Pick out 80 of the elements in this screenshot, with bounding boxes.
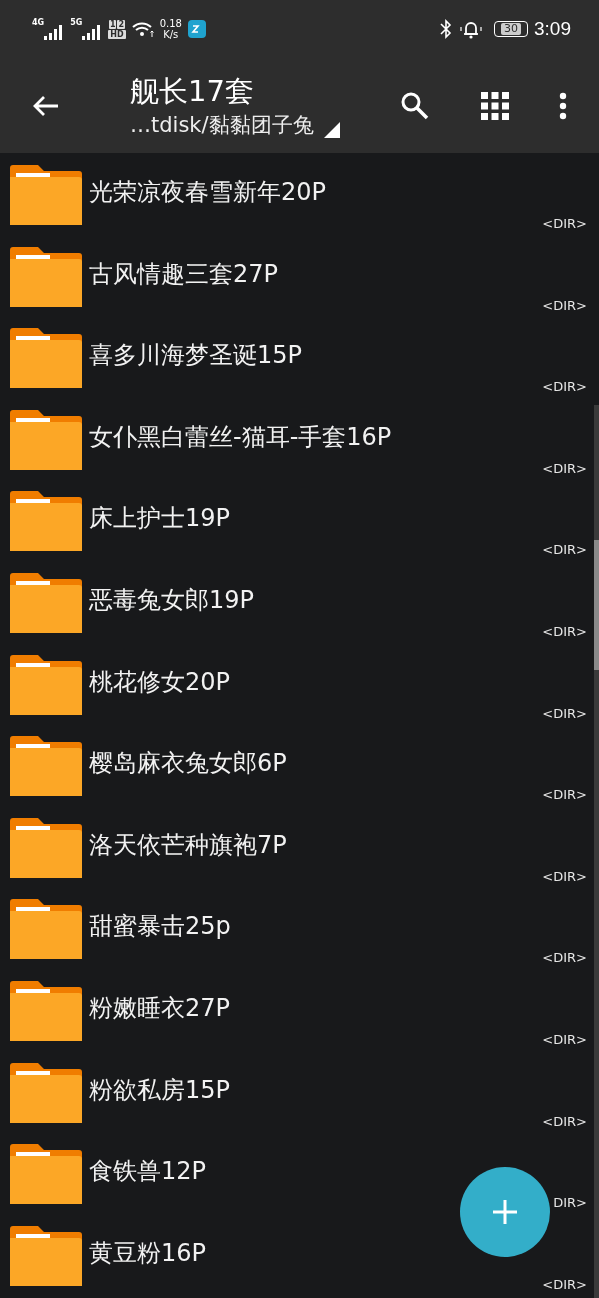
folder-icon [10, 1225, 82, 1286]
signal-icon [44, 24, 65, 40]
speed-unit: K/s [163, 29, 179, 40]
signal-icon [82, 24, 103, 40]
file-row[interactable]: 粉嫩睡衣27P <DIR> [0, 968, 594, 1051]
folder-name: 食铁兽12P [89, 1156, 206, 1187]
file-row[interactable]: 粉欲私房15P <DIR> [0, 1050, 594, 1133]
file-type: <DIR> [542, 787, 587, 803]
speed-value: 0.18 [159, 18, 182, 29]
file-type: <DIR> [542, 950, 587, 966]
folder-name: 桃花修女20P [89, 666, 230, 697]
folder-name: 女仆黑白蕾丝-猫耳-手套16P [89, 421, 392, 452]
folder-name: 粉欲私房15P [89, 1074, 230, 1105]
file-type: <DIR> [542, 460, 587, 476]
file-row[interactable]: 光荣凉夜春雪新年20P <DIR> [0, 153, 594, 235]
folder-icon [10, 491, 82, 552]
file-row[interactable]: 食铁兽12P DIR> [0, 1132, 594, 1214]
file-type: <DIR> [542, 1031, 587, 1047]
folder-icon [10, 980, 82, 1041]
bluetooth-icon [440, 19, 452, 39]
file-row[interactable]: 桃花修女20P <DIR> [0, 642, 594, 725]
folder-name: 恶毒兔女郎19P [89, 584, 254, 615]
folder-icon [10, 1062, 82, 1123]
folder-name: 喜多川海梦圣诞15P [89, 340, 302, 371]
sim-label: 1 [108, 19, 117, 29]
folder-icon [10, 817, 82, 878]
clock-time: 3:09 [534, 18, 571, 40]
file-type: DIR> [553, 1195, 587, 1211]
file-type: <DIR> [542, 1113, 587, 1129]
file-type: <DIR> [542, 542, 587, 558]
folder-icon [10, 572, 82, 633]
sim-label: 2 [117, 19, 126, 29]
plus-icon [492, 1199, 518, 1225]
more-icon [559, 91, 567, 120]
scrollbar[interactable] [594, 405, 599, 1298]
folder-name: 樱岛麻衣兔女郎6P [89, 748, 287, 779]
folder-name: 洛天依芒种旗袍7P [89, 829, 287, 860]
folder-name: 床上护士19P [89, 503, 230, 534]
file-row[interactable]: 甜蜜暴击25p <DIR> [0, 887, 594, 969]
file-type: <DIR> [542, 216, 587, 231]
wifi-icon [131, 21, 154, 37]
file-type: <DIR> [542, 379, 587, 395]
file-type: <DIR> [542, 297, 587, 313]
folder-name: 粉嫩睡衣27P [89, 992, 230, 1023]
file-type: <DIR> [542, 1276, 587, 1292]
file-row[interactable]: 洛天依芒种旗袍7P <DIR> [0, 805, 594, 888]
bell-icon [458, 19, 484, 39]
file-row[interactable]: 黄豆粉16P <DIR> [0, 1213, 594, 1296]
search-icon [400, 90, 430, 121]
back-arrow-icon [32, 93, 60, 118]
app-icon [187, 20, 206, 38]
folder-icon [10, 736, 82, 797]
file-row[interactable]: 床上护士19P <DIR> [0, 479, 594, 561]
dropdown-corner-icon[interactable] [323, 121, 340, 138]
file-row[interactable]: 樱岛麻衣兔女郎6P <DIR> [0, 724, 594, 806]
folder-icon [10, 1144, 82, 1205]
file-type: <DIR> [542, 868, 587, 884]
folder-icon [10, 165, 82, 225]
folder-icon [10, 409, 82, 470]
file-type: <DIR> [542, 705, 587, 721]
hd-label: HD [108, 29, 126, 39]
file-row[interactable]: 喜多川海梦圣诞15P <DIR> [0, 316, 594, 398]
file-row[interactable]: 女仆黑白蕾丝-猫耳-手套16P <DIR> [0, 397, 594, 480]
battery-icon: 30 [494, 21, 528, 37]
folder-name: 黄豆粉16P [89, 1237, 206, 1268]
folder-name: 甜蜜暴击25p [89, 911, 231, 942]
folder-icon [10, 328, 82, 389]
folder-name: 光荣凉夜春雪新年20P [89, 177, 326, 207]
folder-title: 舰长17套 [130, 73, 255, 108]
file-type: <DIR> [542, 623, 587, 639]
folder-icon [10, 246, 82, 307]
grid-icon [481, 91, 509, 120]
file-row[interactable]: 古风情趣三套27P <DIR> [0, 234, 594, 317]
file-row[interactable]: 恶毒兔女郎19P <DIR> [0, 560, 594, 643]
network-label: 5G [70, 18, 83, 27]
folder-icon [10, 654, 82, 715]
folder-path[interactable]: …tdisk/黏黏团子兔 [130, 111, 314, 138]
folder-icon [10, 899, 82, 960]
folder-name: 古风情趣三套27P [89, 258, 278, 289]
network-label: 4G [32, 18, 45, 27]
